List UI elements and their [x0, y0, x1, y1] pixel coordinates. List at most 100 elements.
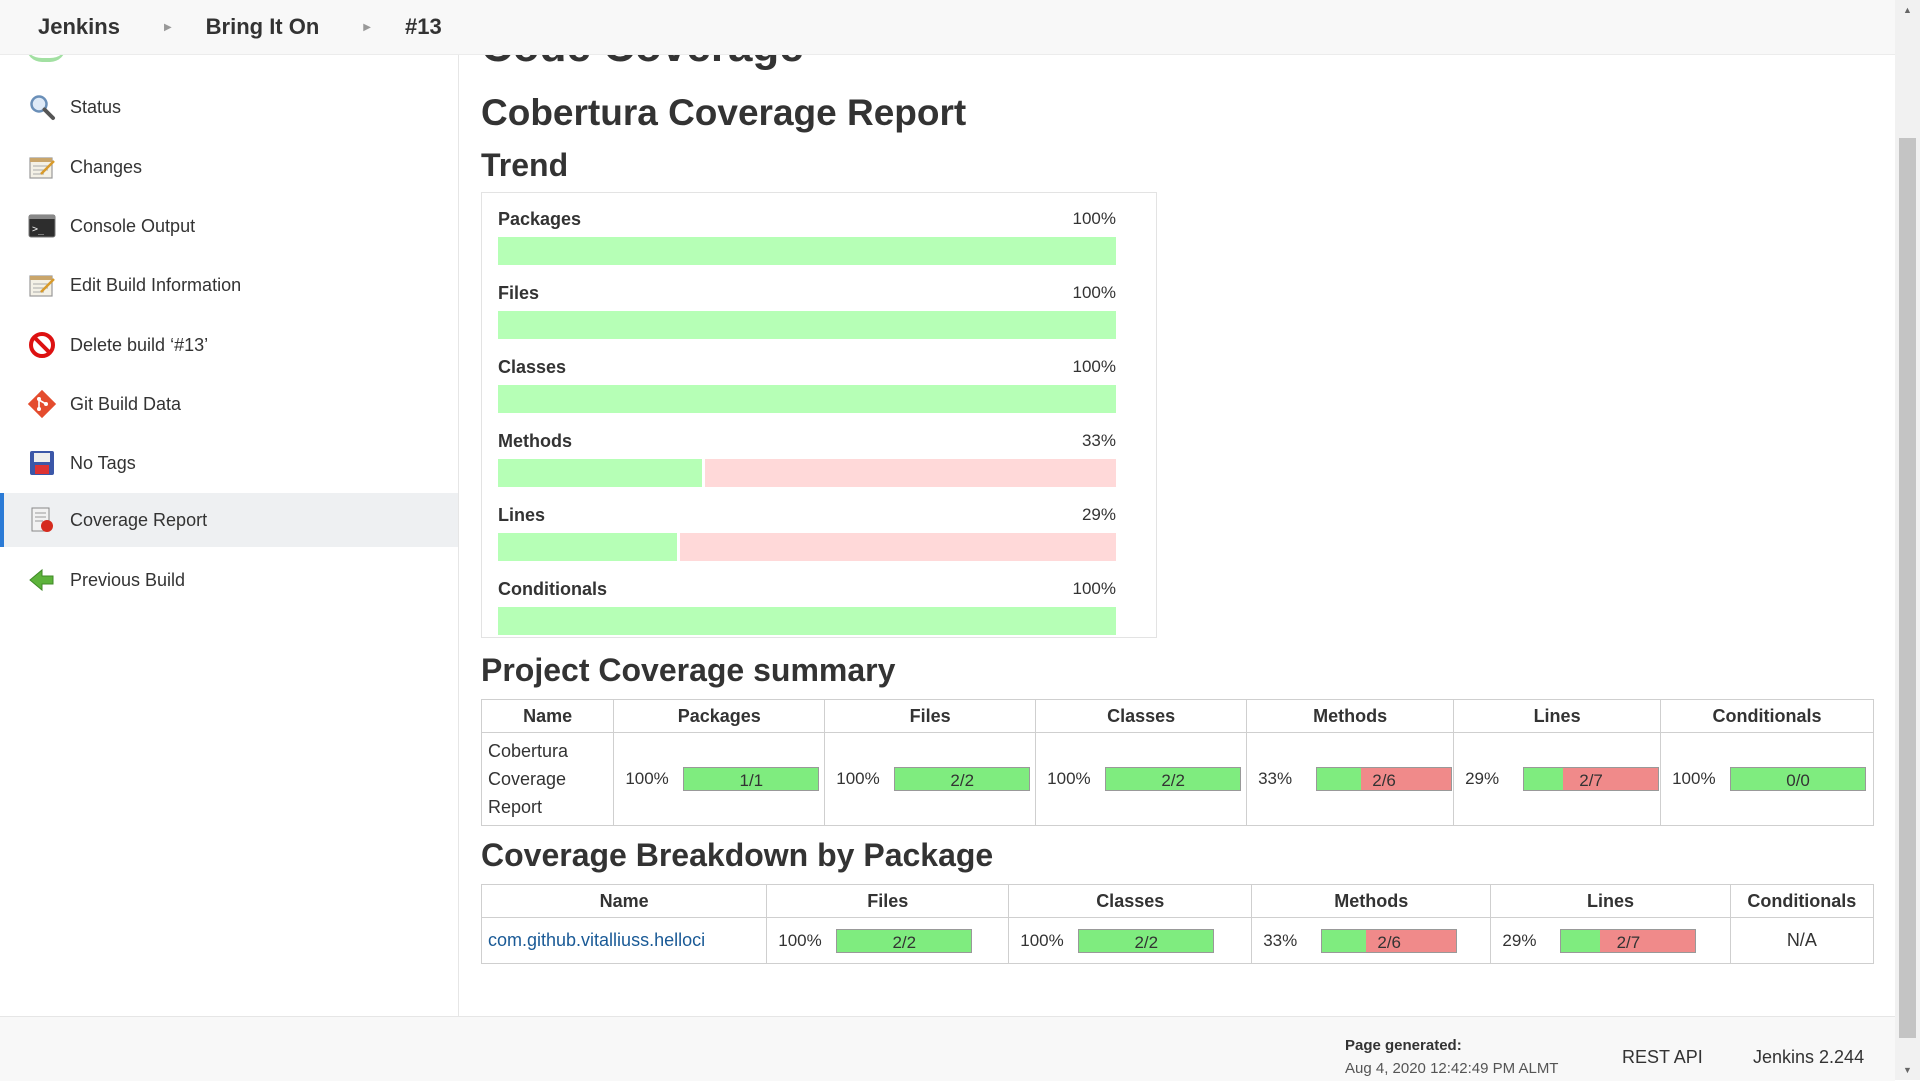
- summary-cell-classes: 100% 2/2: [1035, 732, 1248, 826]
- magnifier-icon: [27, 92, 57, 122]
- column-header: Lines: [1453, 699, 1662, 733]
- sidebar-item-label: Coverage Report: [70, 509, 208, 530]
- column-header: Name: [480, 884, 768, 918]
- sidebar-item-no-tags[interactable]: No Tags: [0, 436, 458, 490]
- trend-bar-covered: [498, 237, 1116, 265]
- jenkins-version-link[interactable]: Jenkins 2.244: [1753, 1047, 1864, 1068]
- coverage-bar: 2/7: [1560, 928, 1697, 953]
- trend-panel: Packages 100% Files 100% Classes 100% Me…: [481, 192, 1157, 638]
- trend-metric-percent: 29%: [1081, 505, 1116, 524]
- column-header: Conditionals: [1660, 699, 1874, 733]
- column-header: Conditionals: [1729, 884, 1875, 918]
- scroll-down-arrow-icon[interactable]: ▼: [1895, 1060, 1920, 1080]
- coverage-percent: 29%: [1502, 930, 1537, 950]
- notepad-icon: [27, 270, 57, 300]
- sidebar-item-label: Git Build Data: [70, 393, 182, 414]
- trend-bar: [498, 237, 1116, 265]
- sidebar-item-label: Console Output: [70, 215, 196, 236]
- breakdown-cell-methods: 33% 2/6: [1251, 917, 1492, 964]
- coverage-ratio: 1/1: [739, 771, 764, 790]
- coverage-breakdown-table: Name Files Classes Methods Lines Conditi…: [480, 884, 1875, 964]
- breakdown-row-name-cell: com.github.vitalliuss.helloci: [480, 917, 768, 964]
- summary-cell-packages: 100% 1/1: [613, 732, 826, 826]
- scrollbar-thumb[interactable]: [1899, 138, 1916, 1038]
- sidebar-item-label: Edit Build Information: [70, 274, 242, 295]
- coverage-bar: 2/2: [1105, 767, 1242, 791]
- terminal-icon: >_: [27, 211, 57, 241]
- trend-bar: [498, 385, 1116, 413]
- coverage-ratio: 2/7: [1579, 771, 1603, 790]
- sidebar-item-previous-build[interactable]: Previous Build: [0, 553, 458, 607]
- sidebar-item-changes[interactable]: Changes: [0, 140, 458, 194]
- coverage-bar: 2/7: [1523, 767, 1660, 791]
- package-link[interactable]: com.github.vitalliuss.helloci: [488, 930, 705, 950]
- trend-metric-percent: 100%: [1072, 357, 1116, 376]
- coverage-bar: 2/2: [894, 767, 1031, 791]
- breadcrumb-jenkins[interactable]: Jenkins: [38, 14, 134, 40]
- trend-metric-name: Classes: [498, 357, 567, 377]
- summary-cell-methods: 33% 2/6: [1246, 732, 1455, 826]
- coverage-ratio: 2/2: [950, 771, 975, 790]
- trend-bar: [498, 533, 1116, 561]
- sidebar: Status Changes >_ Console Output Edit Bu…: [0, 54, 459, 1016]
- breakdown-cell-conditionals: N/A: [1729, 917, 1875, 964]
- notepad-icon: [27, 152, 57, 182]
- breadcrumb-separator-icon: ▶: [163, 21, 172, 33]
- breakdown-cell-lines: 29% 2/7: [1490, 917, 1731, 964]
- page-generated-timestamp: Aug 4, 2020 12:42:49 PM ALMT: [1345, 1060, 1559, 1077]
- coverage-bar: 1/1: [683, 767, 820, 791]
- coverage-ratio: 2/6: [1372, 771, 1396, 790]
- page-generated-label: Page generated:: [1345, 1037, 1462, 1054]
- column-header: Files: [766, 884, 1010, 918]
- coverage-report-icon: [27, 505, 57, 535]
- coverage-percent: 100%: [778, 930, 822, 950]
- coverage-percent: 29%: [1465, 769, 1500, 788]
- trend-bar-uncovered: [704, 459, 1116, 487]
- main-content: Code Coverage Cobertura Coverage Report …: [480, 0, 1881, 1016]
- column-header: Files: [824, 699, 1037, 733]
- coverage-percent: 100%: [1020, 930, 1064, 950]
- project-coverage-summary-table: Name Packages Files Classes Methods Line…: [480, 699, 1874, 826]
- column-header: Classes: [1035, 699, 1248, 733]
- sidebar-item-label: Delete build ‘#13’: [70, 334, 209, 355]
- coverage-percent: 33%: [1258, 769, 1293, 788]
- trend-metric-percent: 100%: [1072, 209, 1116, 228]
- trend-bar-covered: [498, 311, 1116, 339]
- breakdown-cell-files: 100% 2/2: [766, 917, 1010, 964]
- coverage-percent: 100%: [625, 769, 669, 788]
- footer: Page generated: Aug 4, 2020 12:42:49 PM …: [0, 1016, 1895, 1081]
- trend-metric-percent: 33%: [1081, 431, 1116, 450]
- column-header: Methods: [1246, 699, 1455, 733]
- breakdown-heading: Coverage Breakdown by Package: [481, 837, 994, 873]
- coverage-bar: 2/2: [1078, 928, 1215, 953]
- coverage-percent: 100%: [836, 769, 880, 788]
- trend-bar-covered: [498, 385, 1116, 413]
- column-header: Packages: [613, 699, 826, 733]
- trend-bar: [498, 311, 1116, 339]
- sidebar-item-delete-build[interactable]: Delete build ‘#13’: [0, 318, 458, 372]
- vertical-scrollbar[interactable]: ▲ ▼: [1895, 0, 1920, 1080]
- coverage-ratio: 2/2: [892, 932, 917, 952]
- coverage-bar: 2/6: [1321, 928, 1458, 953]
- sidebar-item-git-build-data[interactable]: Git Build Data: [0, 377, 458, 431]
- sidebar-item-console-output[interactable]: >_ Console Output: [0, 199, 458, 253]
- table-row: Cobertura Coverage Report 100% 1/1 100% 2/…: [480, 732, 1874, 826]
- trend-metric-name: Packages: [498, 209, 582, 229]
- rest-api-link[interactable]: REST API: [1622, 1047, 1703, 1068]
- sidebar-item-status[interactable]: Status: [0, 80, 458, 134]
- column-header: Classes: [1008, 884, 1253, 918]
- column-header: Lines: [1490, 884, 1731, 918]
- report-title: Cobertura Coverage Report: [481, 92, 967, 133]
- scroll-up-arrow-icon[interactable]: ▲: [1895, 0, 1920, 20]
- sidebar-item-coverage-report[interactable]: Coverage Report: [0, 493, 458, 547]
- breadcrumb-job[interactable]: Bring It On: [206, 14, 334, 40]
- summary-heading: Project Coverage summary: [481, 652, 896, 688]
- coverage-percent: 100%: [1047, 769, 1091, 788]
- trend-bar: [498, 459, 1116, 487]
- sidebar-item-label: Changes: [70, 156, 143, 177]
- trend-bar: [498, 607, 1116, 635]
- breadcrumb-build[interactable]: #13: [405, 14, 456, 40]
- coverage-bar: 2/6: [1316, 767, 1453, 791]
- sidebar-item-edit-build-information[interactable]: Edit Build Information: [0, 258, 458, 312]
- summary-row-name: Cobertura Coverage Report: [480, 732, 615, 826]
